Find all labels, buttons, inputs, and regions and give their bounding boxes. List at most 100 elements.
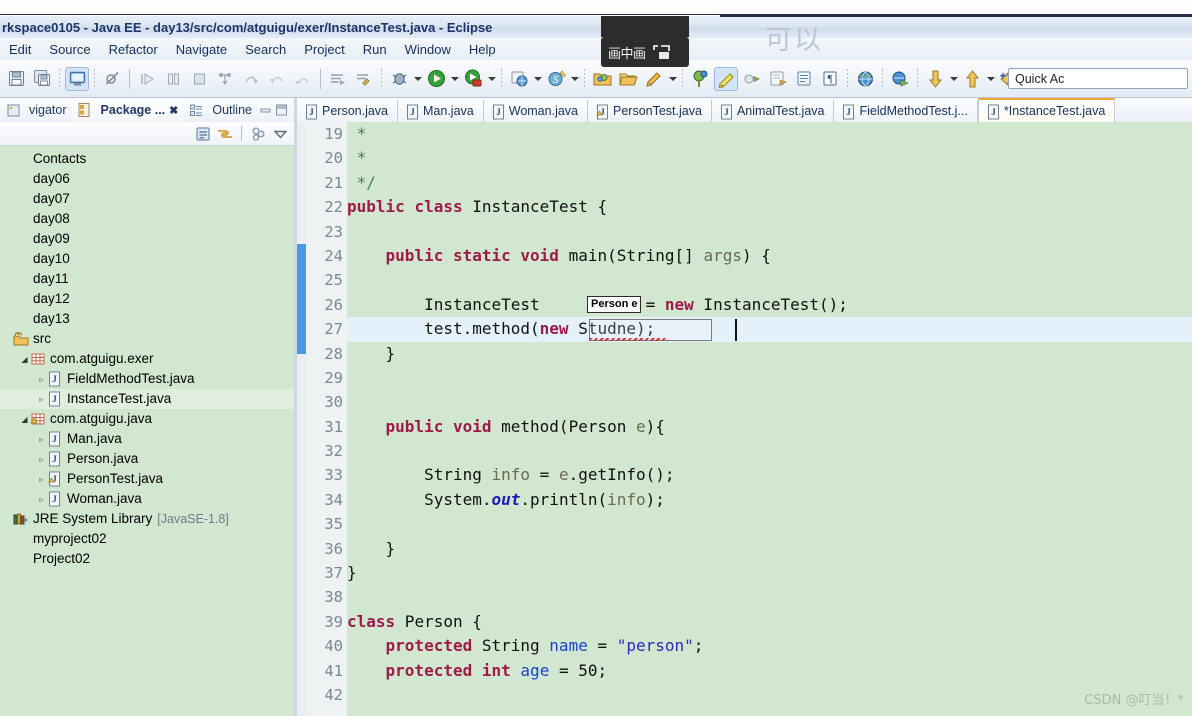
collapse-all-icon[interactable] [193,124,213,144]
picture-in-picture-icon[interactable] [652,44,670,60]
debug-icon[interactable] [387,67,411,91]
tree-item[interactable]: ▹ J PersonTest.java [0,469,294,489]
minimize-icon[interactable] [257,100,274,120]
editor-tab[interactable]: J FieldMethodTest.j... [834,100,978,122]
tree-item[interactable]: day11 [0,269,294,289]
chevron-down-icon[interactable]: ◢ [19,415,30,424]
editor-tab[interactable]: J Man.java [398,100,484,122]
tree-item[interactable]: ▹ J InstanceTest.java [0,389,294,409]
new-java-class-icon[interactable] [65,66,89,91]
tree-item[interactable]: ◢ com.atguigu.exer [0,349,294,369]
last-edit-icon[interactable] [792,67,816,91]
chevron-right-icon[interactable]: ▹ [36,475,47,484]
toggle-breakpoint-icon[interactable] [100,67,124,91]
editor-tab[interactable]: J PersonTest.java [588,100,712,122]
tree-item[interactable]: day06 [0,169,294,189]
view-menu-icon[interactable] [248,124,268,144]
chevron-down-icon[interactable] [270,124,290,144]
terminate-icon[interactable] [187,67,211,91]
editor-tab[interactable]: J Woman.java [483,100,588,122]
tree-item[interactable]: day12 [0,289,294,309]
open-task-icon[interactable] [352,67,376,91]
open-folder-icon[interactable] [616,67,640,91]
chevron-right-icon[interactable]: ▹ [36,395,47,404]
step-return-icon[interactable] [265,67,289,91]
menu-item-run[interactable]: Run [354,41,396,58]
editor-tab[interactable]: J *InstanceTest.java [977,98,1116,122]
close-icon[interactable]: ✖ [169,104,178,117]
view-tab-outline[interactable]: Outline [183,98,257,122]
menu-item-navigate[interactable]: Navigate [167,41,236,58]
code-editor[interactable]: 19 20 21 22 23 24 25 26 27✕ 28 29 30 31 32 33 34 35 36 37 3… [297,122,1192,716]
menu-item-edit[interactable]: Edit [0,41,40,58]
globe-icon[interactable] [853,67,877,91]
annotation-caret-icon[interactable] [667,67,678,91]
step-into-icon[interactable] [213,67,237,91]
chevron-right-icon[interactable]: ▹ [36,435,47,444]
link-with-editor-icon[interactable] [215,124,235,144]
save-all-icon[interactable] [30,67,54,91]
run-icon[interactable] [424,67,448,91]
down-arrow-caret-icon[interactable] [948,67,959,91]
link-icon[interactable] [888,67,912,91]
run-dropdown-caret-icon[interactable] [449,67,460,91]
view-tab-package-explorer[interactable]: Package ... ✖ [71,98,184,122]
down-arrow-icon[interactable] [923,67,947,91]
picture-in-picture-button[interactable]: 画中画 [601,37,689,67]
save-icon[interactable] [4,67,28,91]
menu-item-project[interactable]: Project [295,41,353,58]
tree-item[interactable]: Contacts [0,149,294,169]
tree-item[interactable]: ▹ J Woman.java [0,489,294,509]
new-folder-icon[interactable] [590,67,614,91]
tree-item[interactable]: ▹ J FieldMethodTest.java [0,369,294,389]
tree-item[interactable]: src [0,329,294,349]
menu-item-source[interactable]: Source [40,41,99,58]
external-tools-icon[interactable] [507,67,531,91]
annotation-icon[interactable] [642,67,666,91]
code-text[interactable]: * * */ public class InstanceTest { public… [347,122,1192,716]
external-tools-caret-icon[interactable] [532,67,543,91]
step-over-icon[interactable] [239,67,263,91]
view-tab-navigator[interactable]: vigator [0,98,72,122]
suspend-icon[interactable] [161,67,185,91]
up-arrow-icon[interactable] [960,67,984,91]
chevron-right-icon[interactable]: ▹ [36,375,47,384]
up-arrow-caret-icon[interactable] [985,67,996,91]
tree-item[interactable]: ▹ J Man.java [0,429,294,449]
previous-edit-icon[interactable] [766,67,790,91]
chevron-right-icon[interactable]: ▹ [36,495,47,504]
run-coverage-icon[interactable] [461,67,485,91]
menu-item-help[interactable]: Help [460,41,505,58]
search-dropdown-caret-icon[interactable] [569,67,580,91]
tree-item[interactable]: day13 [0,309,294,329]
pencil-icon[interactable] [714,66,738,91]
tree-item[interactable]: day08 [0,209,294,229]
tree-item[interactable]: day07 [0,189,294,209]
marker-icon[interactable] [688,67,712,91]
maximize-icon[interactable] [273,100,290,120]
coverage-dropdown-caret-icon[interactable] [486,67,497,91]
chevron-right-icon[interactable]: ▹ [36,455,47,464]
menu-item-search[interactable]: Search [236,41,295,58]
search-icon[interactable]: S [544,67,568,91]
next-annotation-icon[interactable] [740,67,764,91]
show-whitespace-icon[interactable]: ¶ [818,67,842,91]
tree-item[interactable]: Project02 [0,549,294,569]
chevron-down-icon[interactable]: ◢ [19,355,30,364]
tree-item[interactable]: myproject02 [0,529,294,549]
project-tree[interactable]: Contacts day06 day07 day08 day09 day10 day11 da… [0,146,294,716]
quick-access-field[interactable]: Quick Ac [1008,68,1188,89]
editor-tab[interactable]: J Person.java [297,100,399,122]
menu-item-window[interactable]: Window [396,41,460,58]
debug-dropdown-caret-icon[interactable] [412,67,423,91]
drop-to-frame-icon[interactable] [291,67,315,91]
tree-item[interactable]: ◢ com.atguigu.java [0,409,294,429]
open-type-icon[interactable] [326,67,350,91]
resume-icon[interactable] [135,67,159,91]
menu-item-refactor[interactable]: Refactor [100,41,167,58]
tree-item[interactable]: JRE System Library [JavaSE-1.8] [0,509,294,529]
tree-item[interactable]: day10 [0,249,294,269]
tree-item[interactable]: ▹ J Person.java [0,449,294,469]
tree-item[interactable]: day09 [0,229,294,249]
editor-tab[interactable]: J AnimalTest.java [711,100,835,122]
